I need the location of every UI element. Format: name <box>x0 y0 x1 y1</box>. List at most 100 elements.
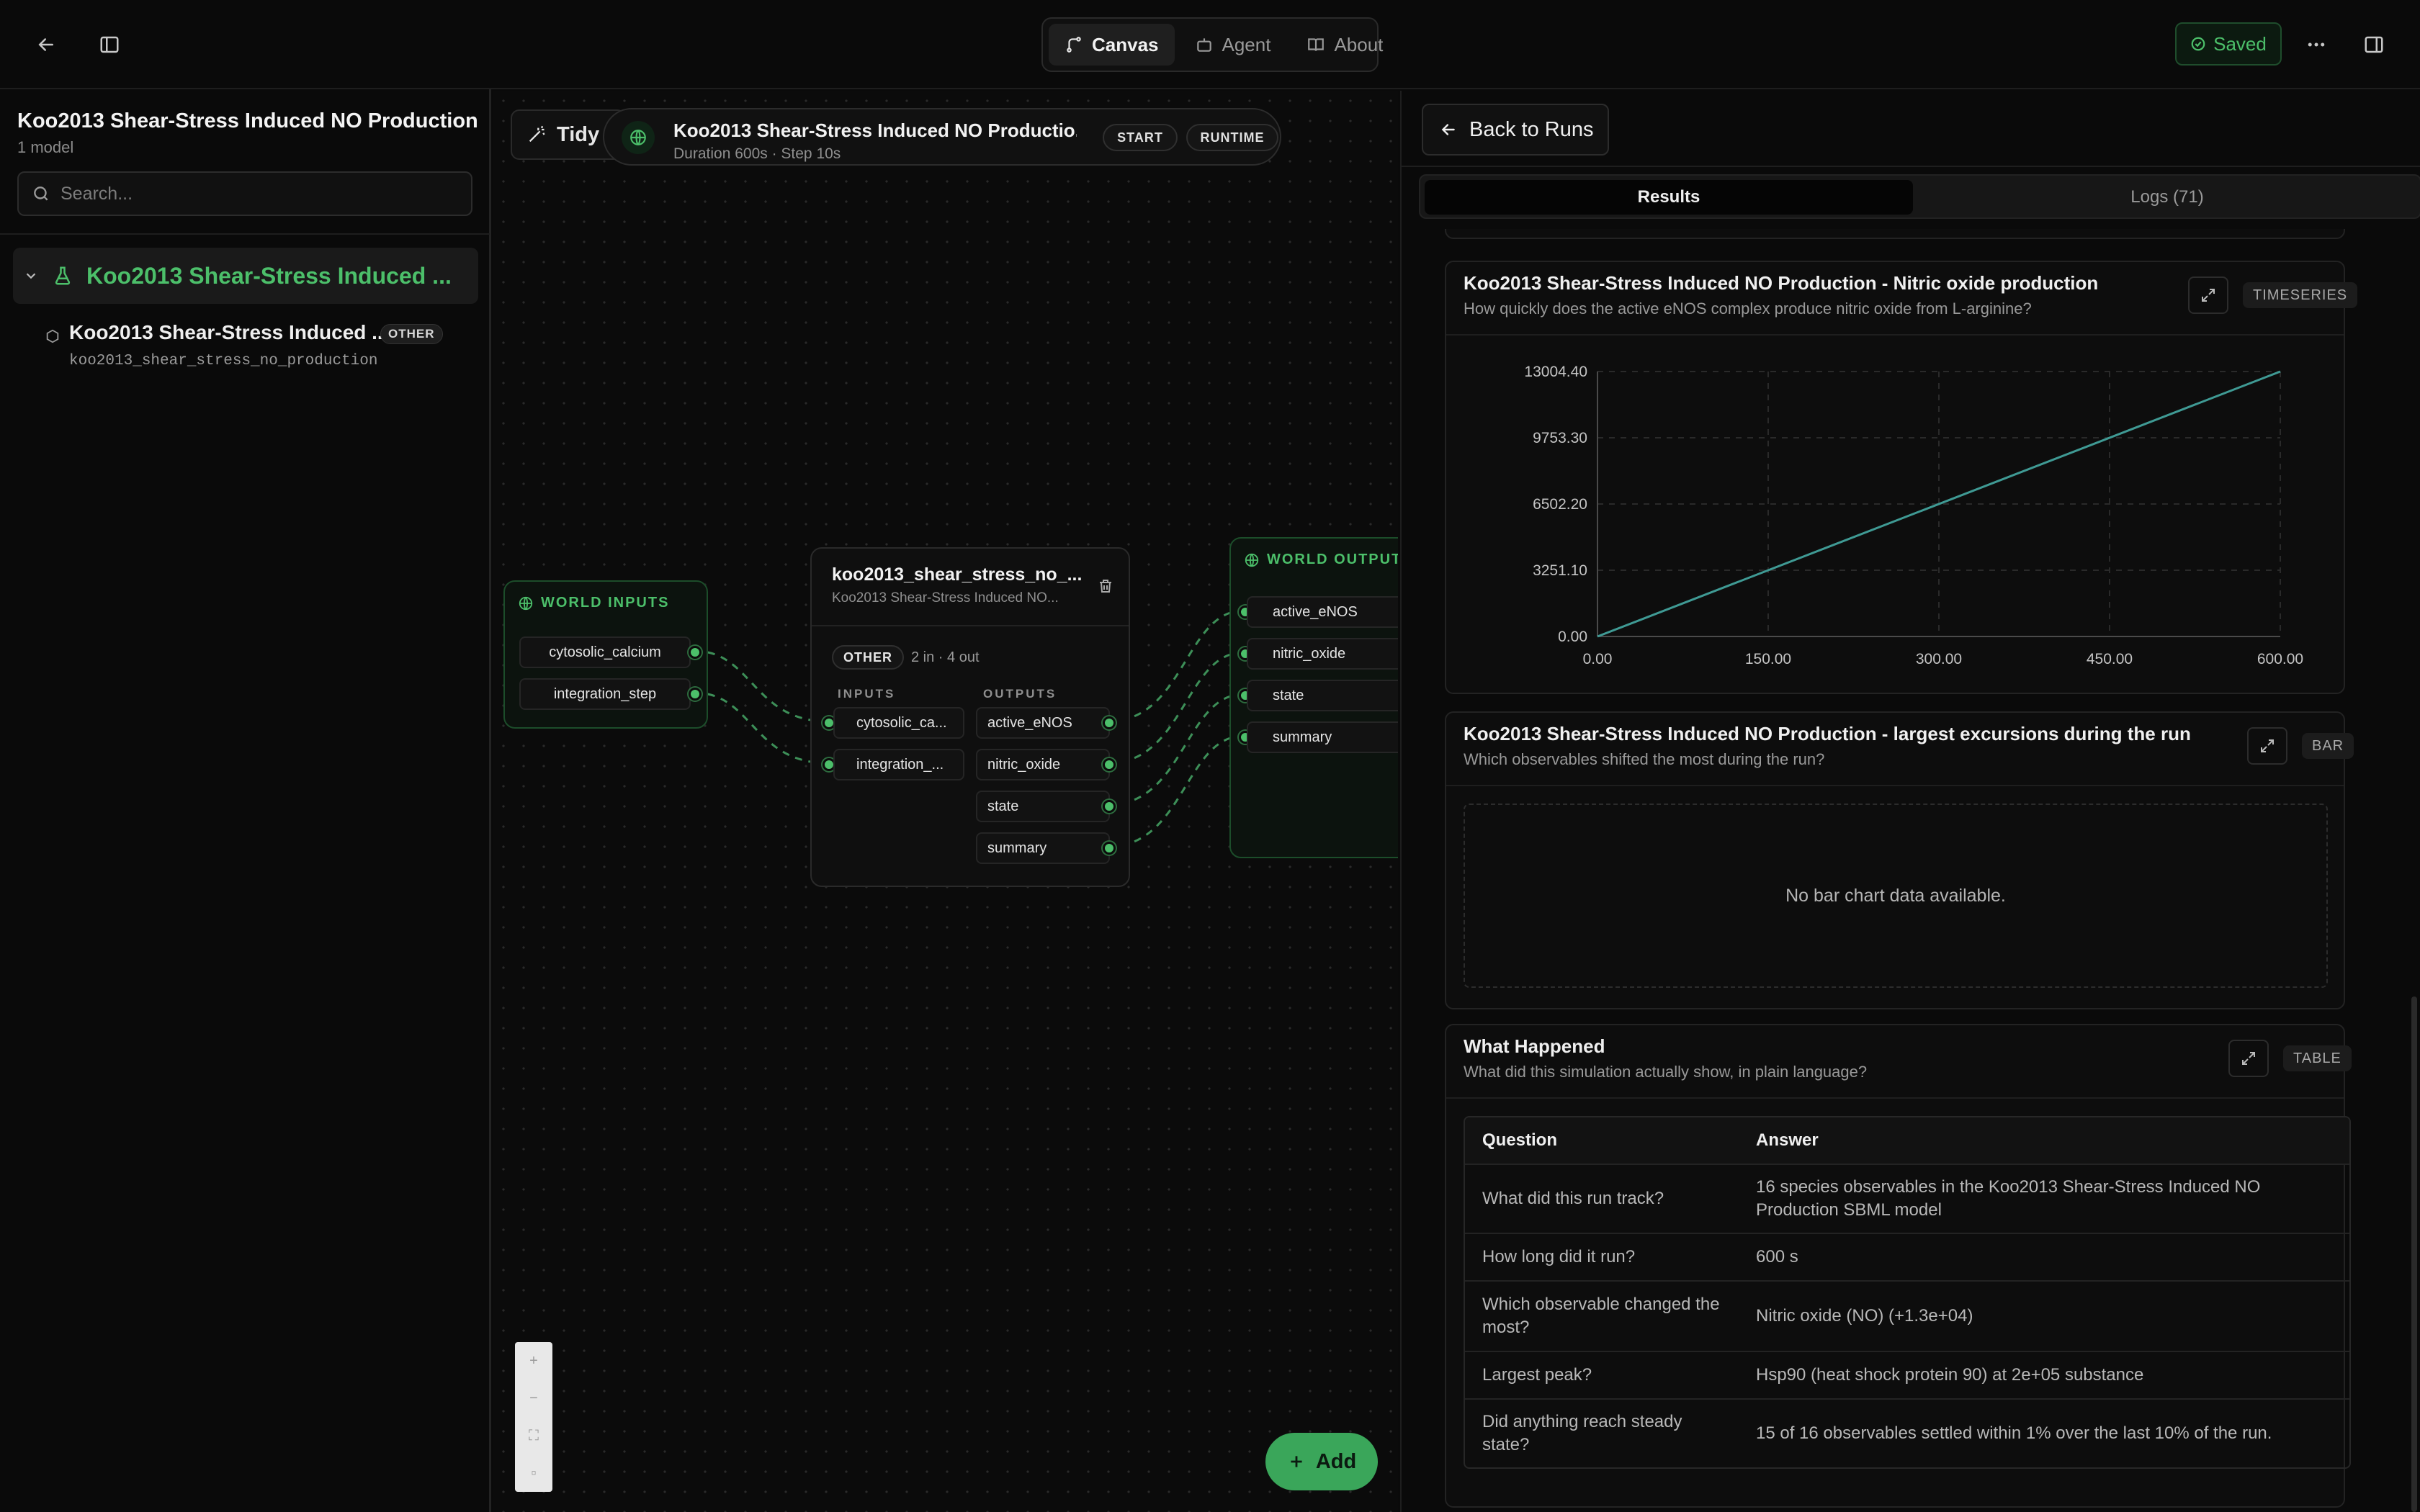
model-node[interactable]: koo2013_shear_stress_no_... Koo2013 Shea… <box>810 547 1130 887</box>
start-chip[interactable]: START <box>1103 124 1178 151</box>
model-node-badge: OTHER <box>832 645 904 670</box>
port-handle[interactable] <box>689 688 702 701</box>
world-outputs-label: WORLD OUTPUTS <box>1267 552 1398 567</box>
answer-cell: 600 s <box>1756 1247 1798 1266</box>
tab-canvas-label: Canvas <box>1092 33 1159 55</box>
results-scroll-area[interactable]: Koo2013 Shear-Stress Induced NO Producti… <box>1402 229 2420 1512</box>
lock-icon[interactable]: ▫ <box>531 1465 536 1482</box>
model-input-port[interactable]: integration_... <box>833 749 964 780</box>
back-arrow-icon[interactable] <box>23 22 69 68</box>
chart-type-badge: TIMESERIES <box>2243 282 2358 308</box>
table-row: What did this run track? 16 species obse… <box>1465 1164 2349 1233</box>
tab-agent[interactable]: Agent <box>1179 24 1287 66</box>
expand-icon[interactable] <box>2188 276 2228 314</box>
flask-icon <box>55 266 71 285</box>
port-handle[interactable] <box>689 646 702 659</box>
model-list-item[interactable]: Koo2013 Shear-Stress Induced ... OTHER k… <box>45 318 477 376</box>
world-output-port[interactable]: summary <box>1247 721 1398 753</box>
model-output-port[interactable]: nitric_oxide <box>976 749 1110 780</box>
nitric-oxide-line-chart: 0.00 3251.10 6502.20 9753.30 13004.40 0.00 150… <box>1524 364 2303 667</box>
runtime-chip[interactable]: RUNTIME <box>1186 124 1278 151</box>
tab-about-label: About <box>1334 33 1384 55</box>
inputs-heading: INPUTS <box>838 687 896 701</box>
trash-icon[interactable] <box>1097 577 1114 595</box>
tab-about[interactable]: About <box>1291 24 1399 66</box>
port-handle[interactable] <box>1103 842 1116 855</box>
port-handle[interactable] <box>1103 758 1116 771</box>
view-switcher: Canvas Agent About <box>1041 17 1383 72</box>
add-node-button[interactable]: Add <box>1265 1433 1378 1490</box>
timeseries-subtitle: How quickly does the active eNOS complex… <box>1464 300 2032 318</box>
column-header-answer: Answer <box>1756 1130 1819 1150</box>
check-circle-icon <box>2191 37 2205 51</box>
workflow-canvas[interactable]: Tidy Koo2013 Shear-Stress Induced NO Pro… <box>493 91 1398 1512</box>
run-meta: Duration 600s · Step 10s <box>673 145 841 162</box>
answer-cell: Nitric oxide (NO) (+1.3e+04) <box>1756 1306 1973 1326</box>
expand-icon[interactable] <box>2247 727 2287 765</box>
magic-wand-icon <box>529 125 545 143</box>
sidebar-toggle-icon[interactable] <box>86 22 133 68</box>
port-label: cytosolic_calcium <box>549 644 661 660</box>
world-output-port[interactable]: nitric_oxide <box>1247 638 1398 670</box>
outputs-heading: OUTPUTS <box>983 687 1057 701</box>
answer-cell: Hsp90 (heat shock protein 90) at 2e+05 s… <box>1756 1365 2144 1385</box>
card-divider <box>1446 785 2344 786</box>
model-group-row[interactable]: Koo2013 Shear-Stress Induced ... <box>13 248 478 304</box>
world-output-port[interactable]: active_eNOS <box>1247 596 1398 628</box>
previous-card <box>1445 229 2345 239</box>
question-cell: Which observable changed the most? <box>1482 1295 1720 1337</box>
model-output-port[interactable]: active_eNOS <box>976 707 1110 739</box>
world-inputs-node[interactable]: WORLD INPUTS cytosolic_calcium integrati… <box>503 580 708 729</box>
back-label: Back to Runs <box>1469 117 1594 141</box>
panel-toggle-icon[interactable] <box>2351 22 2397 68</box>
port-handle[interactable] <box>1103 716 1116 729</box>
world-input-port[interactable]: integration_step <box>519 678 691 710</box>
sidebar: Koo2013 Shear-Stress Induced NO Producti… <box>0 89 491 1512</box>
x-tick-label: 0.00 <box>1583 651 1613 667</box>
table-header-row: Question Answer <box>1465 1117 2349 1164</box>
card-divider <box>1446 334 2344 336</box>
world-input-port[interactable]: cytosolic_calcium <box>519 636 691 668</box>
model-name: Koo2013 Shear-Stress Induced ... <box>69 321 389 343</box>
model-output-port[interactable]: state <box>976 791 1110 822</box>
zoom-out-icon[interactable]: − <box>529 1390 538 1407</box>
world-inputs-header: WORLD INPUTS <box>518 595 669 611</box>
model-node-io: 2 in · 4 out <box>911 649 980 665</box>
tab-canvas[interactable]: Canvas <box>1049 24 1175 66</box>
x-tick-label: 150.00 <box>1745 651 1791 667</box>
edge-calcium <box>694 649 829 723</box>
tab-results[interactable]: Results <box>1425 180 1913 215</box>
run-title: Koo2013 Shear-Stress Induced NO Producti… <box>673 120 1077 141</box>
scrollbar[interactable] <box>2411 996 2417 1512</box>
port-label: summary <box>987 840 1047 856</box>
edge-integration <box>694 691 829 765</box>
y-tick-label: 13004.40 <box>1524 364 1587 380</box>
chevron-down-icon[interactable] <box>23 268 39 284</box>
add-label: Add <box>1315 1449 1357 1473</box>
run-summary-pill[interactable]: Koo2013 Shear-Stress Induced NO Producti… <box>603 108 1281 166</box>
model-input-port[interactable]: cytosolic_ca... <box>833 707 964 739</box>
more-options-icon[interactable] <box>2293 22 2339 68</box>
model-type-badge: OTHER <box>380 324 443 344</box>
model-group-label: Koo2013 Shear-Stress Induced ... <box>86 262 452 289</box>
port-label: nitric_oxide <box>987 756 1061 773</box>
x-tick-label: 450.00 <box>2087 651 2133 667</box>
back-to-runs-button[interactable]: Back to Runs <box>1422 104 1609 156</box>
y-tick-label: 6502.20 <box>1533 496 1587 513</box>
robot-icon <box>1196 38 1211 52</box>
column-header-question: Question <box>1482 1130 1558 1150</box>
node-divider <box>812 625 1129 626</box>
answer-cell: 16 species observables in the Koo2013 Sh… <box>1756 1177 2261 1220</box>
port-handle[interactable] <box>1103 800 1116 813</box>
search-input[interactable] <box>60 183 464 204</box>
tab-logs[interactable]: Logs (71) <box>1919 180 2416 215</box>
zoom-in-icon[interactable]: + <box>529 1353 538 1369</box>
tab-agent-label: Agent <box>1222 33 1271 55</box>
world-outputs-node[interactable]: WORLD OUTPUTS active_eNOS nitric_oxide s… <box>1229 537 1398 858</box>
x-tick-label: 300.00 <box>1916 651 1962 667</box>
fit-view-icon[interactable]: ⛶ <box>529 1428 539 1444</box>
world-output-port[interactable]: state <box>1247 680 1398 711</box>
expand-icon[interactable] <box>2228 1040 2269 1077</box>
hexagon-icon <box>46 329 59 343</box>
model-output-port[interactable]: summary <box>976 832 1110 864</box>
